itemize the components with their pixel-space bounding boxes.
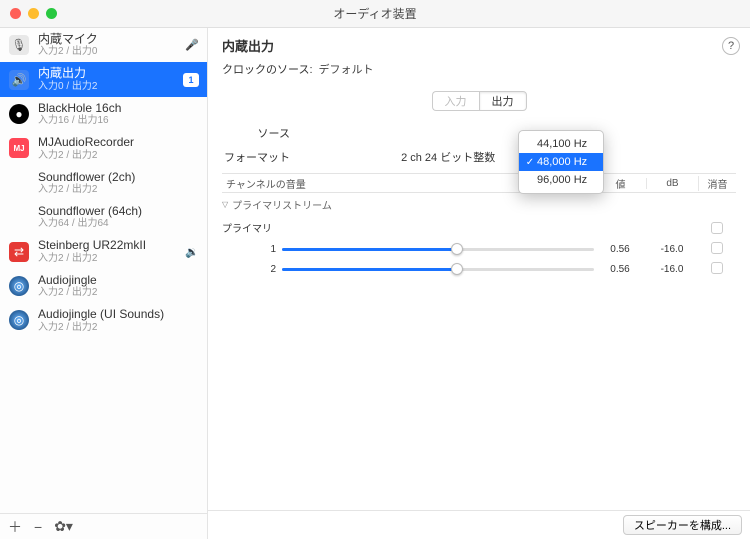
sample-rate-dropdown[interactable] <box>296 150 311 164</box>
channel-id: 2 <box>222 264 282 275</box>
device-name: Audiojingle (UI Sounds) <box>38 307 199 321</box>
tab-input[interactable]: 入力 <box>432 91 479 111</box>
channel-mute-checkbox[interactable] <box>711 242 723 254</box>
format-suffix: 2 ch 24 ビット整数 <box>401 149 495 165</box>
device-io-summary: 入力64 / 出力64 <box>38 218 199 230</box>
zoom-button[interactable] <box>46 8 57 19</box>
device-name: BlackHole 16ch <box>38 101 199 115</box>
device-icon <box>8 172 30 194</box>
device-row[interactable]: ◎ Audiojingle (UI Sounds) 入力2 / 出力2 <box>0 303 207 337</box>
device-name: Steinberg UR22mkII <box>38 238 199 252</box>
minimize-button[interactable] <box>28 8 39 19</box>
channel-table-header: チャンネルの音量 値 dB 消音 <box>222 173 736 193</box>
checkmark-icon: ✓ <box>523 157 537 168</box>
channel-row: 1 0.56 -16.0 <box>222 239 736 259</box>
device-icon <box>8 206 30 228</box>
device-icon: ◎ <box>8 309 30 331</box>
device-name: Soundflower (2ch) <box>38 170 199 184</box>
sample-rate-value: 96,000 Hz <box>537 174 587 186</box>
channel-block: プライマリ 1 0.56 -16.0 2 0.56 -16.0 <box>208 216 750 279</box>
device-io-summary: 入力0 / 出力2 <box>38 81 199 93</box>
channel-db: -16.0 <box>646 264 698 275</box>
sample-rate-popup: 44,100 Hz✓48,000 Hz96,000 Hz <box>518 130 604 194</box>
col-db: dB <box>646 178 698 189</box>
device-row[interactable]: ⇄ Steinberg UR22mkII 入力2 / 出力2 🔉 <box>0 234 207 268</box>
device-name: 内蔵マイク <box>38 32 199 46</box>
remove-device-button[interactable]: − <box>34 519 42 535</box>
help-button[interactable]: ? <box>722 37 740 55</box>
channel-value: 0.56 <box>594 244 646 255</box>
device-badge: 1 <box>183 73 199 87</box>
channel-mute-checkbox[interactable] <box>711 262 723 274</box>
sample-rate-value: 44,100 Hz <box>537 138 587 150</box>
volume-indicator-icon: 🔉 <box>185 245 199 258</box>
device-io-summary: 入力2 / 出力0 <box>38 46 199 58</box>
sample-rate-option[interactable]: 96,000 Hz <box>519 171 603 189</box>
primary-label: プライマリ <box>222 220 594 235</box>
device-name: Soundflower (64ch) <box>38 204 199 218</box>
format-label: フォーマット <box>222 149 290 165</box>
clock-source-label: クロックのソース: <box>222 61 313 77</box>
window-controls <box>10 8 57 19</box>
device-detail: 内蔵出力 ? クロックのソース: デフォルト 入力 出力 ソース フォーマット … <box>208 28 750 539</box>
titlebar: オーディオ装置 <box>0 0 750 28</box>
device-name: 内蔵出力 <box>38 66 199 80</box>
device-name: Audiojingle <box>38 273 199 287</box>
window-title: オーディオ装置 <box>8 5 742 22</box>
device-io-summary: 入力2 / 出力2 <box>38 184 199 196</box>
clock-source-value[interactable]: デフォルト <box>319 61 374 77</box>
device-row[interactable]: 🔊 内蔵出力 入力0 / 出力2 1 <box>0 62 207 96</box>
device-row[interactable]: 🎙 内蔵マイク 入力2 / 出力0 🎤 <box>0 28 207 62</box>
device-row[interactable]: ● BlackHole 16ch 入力16 / 出力16 <box>0 97 207 131</box>
device-row[interactable]: Soundflower (2ch) 入力2 / 出力2 <box>0 166 207 200</box>
stream-header-label: プライマリストリーム <box>232 197 332 212</box>
default-input-icon: 🎤 <box>185 39 199 52</box>
sample-rate-value: 48,000 Hz <box>537 156 587 168</box>
device-icon: ◎ <box>8 275 30 297</box>
gear-menu-button[interactable]: ✿▾ <box>54 518 73 535</box>
channel-value: 0.56 <box>594 264 646 275</box>
device-icon: MJ <box>8 137 30 159</box>
device-row[interactable]: MJ MJAudioRecorder 入力2 / 出力2 <box>0 131 207 165</box>
device-io-summary: 入力2 / 出力2 <box>38 287 199 299</box>
device-row[interactable]: ◎ Audiojingle 入力2 / 出力2 <box>0 269 207 303</box>
primary-mute-checkbox[interactable] <box>711 222 723 234</box>
tab-output[interactable]: 出力 <box>479 91 527 111</box>
device-icon: ● <box>8 103 30 125</box>
device-name: MJAudioRecorder <box>38 135 199 149</box>
disclosure-triangle-icon[interactable]: ▽ <box>222 200 228 209</box>
device-sidebar: 🎙 内蔵マイク 入力2 / 出力0 🎤 🔊 内蔵出力 入力0 / 出力2 1 ●… <box>0 28 208 539</box>
io-tabs: 入力 出力 <box>432 91 527 111</box>
device-io-summary: 入力2 / 出力2 <box>38 253 199 265</box>
channel-db: -16.0 <box>646 244 698 255</box>
device-io-summary: 入力16 / 出力16 <box>38 115 199 127</box>
channel-id: 1 <box>222 244 282 255</box>
col-mute: 消音 <box>698 176 736 191</box>
sample-rate-option[interactable]: 44,100 Hz <box>519 135 603 153</box>
close-button[interactable] <box>10 8 21 19</box>
device-icon: 🔊 <box>8 69 30 91</box>
sample-rate-option[interactable]: ✓48,000 Hz <box>519 153 603 171</box>
device-io-summary: 入力2 / 出力2 <box>38 322 199 334</box>
source-label: ソース <box>222 125 290 141</box>
configure-speakers-button[interactable]: スピーカーを構成... <box>623 515 742 535</box>
device-icon: 🎙 <box>8 34 30 56</box>
add-device-button[interactable]: ＋ <box>8 517 22 537</box>
volume-slider[interactable] <box>282 262 594 276</box>
channel-row: 2 0.56 -16.0 <box>222 259 736 279</box>
device-list: 🎙 内蔵マイク 入力2 / 出力0 🎤 🔊 内蔵出力 入力0 / 出力2 1 ●… <box>0 28 207 513</box>
device-icon: ⇄ <box>8 241 30 263</box>
volume-slider[interactable] <box>282 242 594 256</box>
device-row[interactable]: Soundflower (64ch) 入力64 / 出力64 <box>0 200 207 234</box>
detail-title: 内蔵出力 <box>222 36 722 55</box>
stream-header-row[interactable]: ▽ プライマリストリーム <box>208 193 750 216</box>
sidebar-footer: ＋ − ✿▾ <box>0 513 207 539</box>
device-io-summary: 入力2 / 出力2 <box>38 150 199 162</box>
